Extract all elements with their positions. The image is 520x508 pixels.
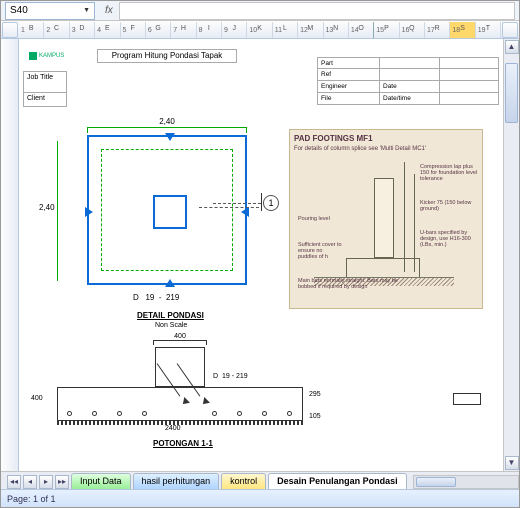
panel-title: PAD FOOTINGS MF1 [294,134,478,143]
section-cut-line [213,203,261,204]
tab-input-data[interactable]: Input Data [71,473,131,489]
page-indicator: Page: 1 of 1 [7,494,56,504]
tab-desain[interactable]: Desain Penulangan Pondasi [268,473,407,489]
panel-figure: Compression lap plus 150 for foundation … [294,156,478,296]
tab-kontrol[interactable]: kontrol [221,473,266,489]
plan-caption: DETAIL PONDASI [137,311,204,320]
plan-view [87,135,247,285]
vertical-scrollbar[interactable]: ▲ ▼ [503,39,519,471]
plan-dim-width: 2,40 [87,117,247,134]
formula-bar-row: S40 ▼ fx [1,1,519,21]
name-box[interactable]: S40 ▼ [5,2,95,20]
selected-column: 18S [450,22,475,38]
logo: KAMPUS [29,47,73,65]
ruler-margin-left[interactable] [2,22,18,38]
program-title: Program Hitung Pondasi Tapak [97,49,237,63]
horizontal-scrollbar[interactable] [413,475,519,489]
plan-dim-height: 2,40 [53,141,63,281]
section-bubble: 1 [263,195,279,211]
status-bar: Page: 1 of 1 [1,489,519,507]
ruler-ticks: 1B 2C 3D 4E 5F 6G 7H 8I 9J 10K 11L 12M 1… [19,22,501,38]
section-view: 400 400 D 19 - 219 295 105 2400 POTONGAN… [57,333,317,451]
scroll-thumb[interactable] [505,63,518,123]
scroll-down-button[interactable]: ▼ [505,456,519,470]
fx-icon[interactable]: fx [105,5,113,16]
formula-input[interactable] [119,2,515,20]
vertical-ruler [1,39,19,471]
tab-hasil[interactable]: hasil perhitungan [133,473,220,489]
sheet-tabs-row: ◂◂ ◂ ▸ ▸▸ Input Data hasil perhitungan k… [1,471,519,489]
column-outline [153,195,187,229]
name-box-dropdown-icon[interactable]: ▼ [83,7,90,14]
plan-rebar-label: D 19 - 219 [133,293,179,302]
title-right-cells: Part Ref EngineerDate FileDate/time [317,57,499,105]
ruler-margin-right[interactable] [502,22,518,38]
cell-reference: S40 [10,5,28,16]
title-block: KAMPUS Program Hitung Pondasi Tapak Job … [23,43,499,91]
scroll-up-button[interactable]: ▲ [505,40,519,54]
horizontal-ruler: 1B 2C 3D 4E 5F 6G 7H 8I 9J 10K 11L 12M 1… [1,21,519,39]
selected-cell-value: 5 [447,39,451,40]
tab-nav-first[interactable]: ◂◂ [7,475,21,489]
worksheet-area[interactable]: 5 KAMPUS Program Hitung Pondasi Tapak Jo… [1,39,519,471]
tab-nav-last[interactable]: ▸▸ [55,475,69,489]
pad-footing-panel: PAD FOOTINGS MF1 For details of column s… [289,129,483,309]
rebar-shape [453,393,481,405]
title-left-cells: Job Title Client [23,71,67,105]
page-content: 5 KAMPUS Program Hitung Pondasi Tapak Jo… [23,43,499,467]
plan-subcaption: Non Scale [155,322,187,329]
section-caption: POTONGAN 1-1 [153,439,213,448]
tab-nav-next[interactable]: ▸ [39,475,53,489]
tab-nav-prev[interactable]: ◂ [23,475,37,489]
